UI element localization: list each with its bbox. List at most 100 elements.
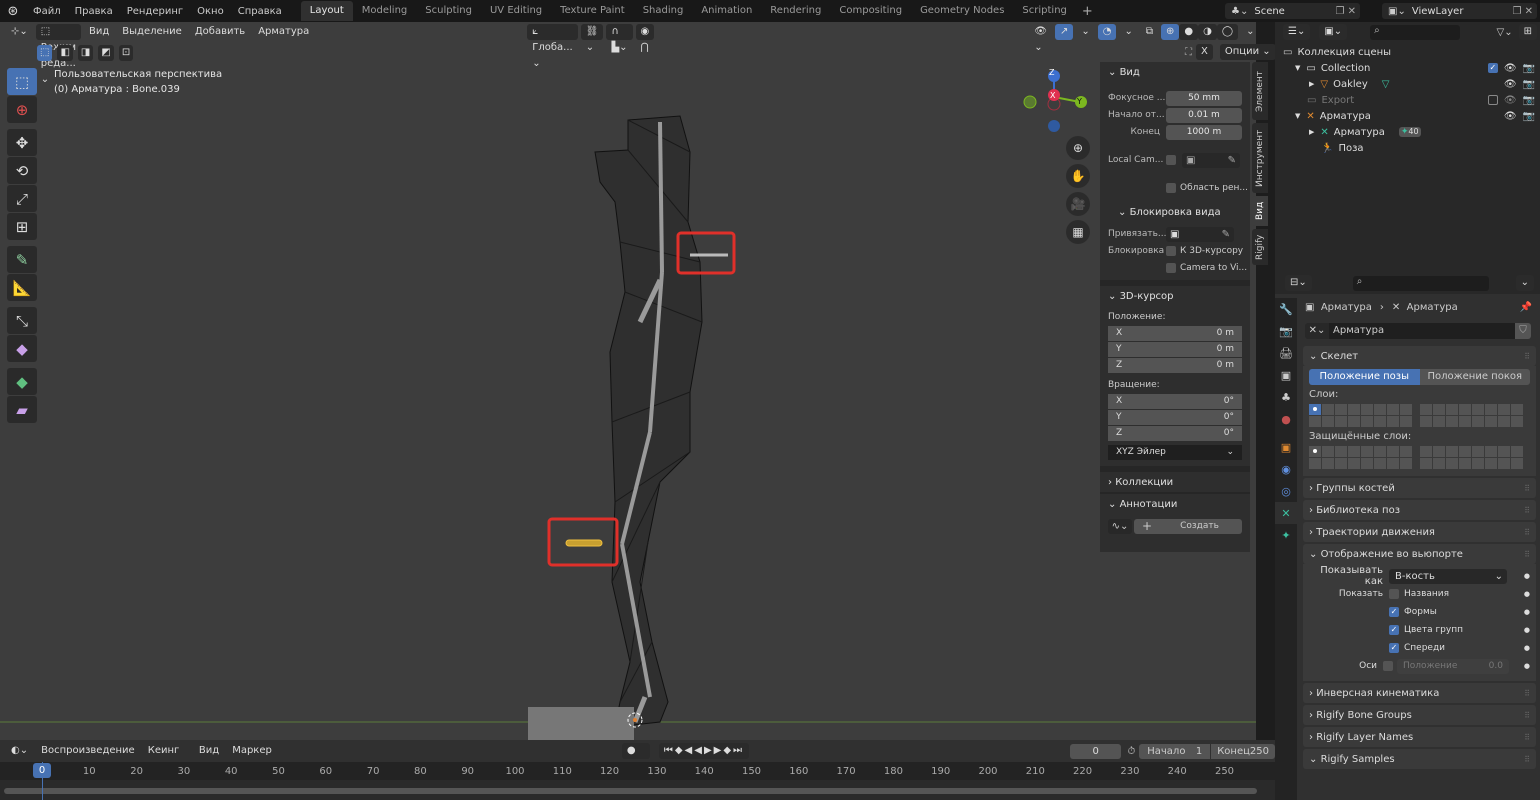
blender-logo-icon[interactable]: ⊛ xyxy=(0,4,26,19)
view-section-header[interactable]: ⌄ Вид xyxy=(1100,62,1250,82)
layer-cell[interactable] xyxy=(1387,446,1399,457)
mirror-x-toggle[interactable]: X xyxy=(1196,44,1213,60)
camera-render-icon[interactable]: 📷 xyxy=(1523,95,1535,106)
drag-handle-icon[interactable]: ⠿ xyxy=(1524,711,1530,720)
select-intersect-icon[interactable]: ⊡ xyxy=(118,45,134,61)
drag-handle-icon[interactable]: ⠿ xyxy=(1524,528,1530,537)
menu-file[interactable]: Файл xyxy=(26,6,68,17)
layer-cell[interactable] xyxy=(1374,458,1386,469)
camera-render-icon[interactable]: 📷 xyxy=(1523,63,1535,74)
layer-cell[interactable] xyxy=(1322,416,1334,427)
tab-compositing[interactable]: Compositing xyxy=(830,1,911,21)
layer-cell[interactable] xyxy=(1459,404,1471,415)
tab-layout[interactable]: Layout xyxy=(300,1,353,21)
layer-cell[interactable] xyxy=(1511,416,1523,427)
layer-cell[interactable] xyxy=(1498,446,1510,457)
render-region-checkbox[interactable] xyxy=(1166,183,1176,193)
layer-cell[interactable] xyxy=(1361,416,1373,427)
auto-keying-icon[interactable]: ● ⌄ xyxy=(621,743,650,772)
select-extend-icon[interactable]: ◧ xyxy=(57,45,73,61)
scene-name[interactable]: Scene xyxy=(1254,6,1285,17)
layer-cell[interactable] xyxy=(1309,446,1321,457)
expand-icon[interactable]: ▶ xyxy=(1309,128,1314,136)
layer-cell[interactable] xyxy=(1485,416,1497,427)
tab-view[interactable]: Вид xyxy=(1252,196,1268,226)
menu-render[interactable]: Рендеринг xyxy=(120,6,190,17)
layer-cell[interactable] xyxy=(1348,458,1360,469)
select-invert-icon[interactable]: ◩ xyxy=(98,45,114,61)
armature-name-field[interactable]: Арматура xyxy=(1329,323,1515,339)
view-lock-header[interactable]: ⌄ Блокировка вида xyxy=(1100,202,1250,222)
protected-layers-grid[interactable] xyxy=(1309,446,1530,469)
3d-viewport[interactable] xyxy=(0,22,1256,740)
timeline-marker-menu[interactable]: Маркер xyxy=(227,743,277,759)
create-annotation-button[interactable]: + Создать xyxy=(1134,518,1242,534)
layer-cell[interactable] xyxy=(1446,446,1458,457)
stopwatch-icon[interactable]: ⏱ xyxy=(1127,746,1135,757)
lock-eyedropper-icon[interactable]: ✎ xyxy=(1222,229,1230,240)
tab-geometry-nodes[interactable]: Geometry Nodes xyxy=(911,1,1013,21)
layer-cell[interactable] xyxy=(1511,446,1523,457)
layer-cell[interactable] xyxy=(1374,416,1386,427)
camera-render-icon[interactable]: 📷 xyxy=(1523,79,1535,90)
outliner-item-pose[interactable]: 🏃 Поза xyxy=(1275,140,1540,156)
outliner-item-oakley[interactable]: ▶ ▽ Oakley ▽ 👁 📷 xyxy=(1275,76,1540,92)
end-frame-field[interactable]: Конец 250 xyxy=(1211,743,1275,759)
expand-icon[interactable]: ▼ xyxy=(1295,112,1300,120)
tab-rendering[interactable]: Rendering xyxy=(761,1,830,21)
menu-select[interactable]: Выделение xyxy=(117,24,187,40)
layer-cell[interactable] xyxy=(1348,446,1360,457)
constraints-tab-icon[interactable]: ◎ xyxy=(1275,480,1297,502)
tab-rigify[interactable]: Rigify xyxy=(1252,229,1268,265)
exclude-checkbox[interactable]: ✓ xyxy=(1487,62,1498,73)
pose-position-button[interactable]: Положение позы xyxy=(1309,369,1420,385)
select-new-icon[interactable]: ⬚ xyxy=(37,45,53,61)
drag-handle-icon[interactable]: ⠿ xyxy=(1524,733,1530,742)
snap-icon[interactable]: ∩ ▙⌄ xyxy=(606,24,633,53)
extrude-tool-icon[interactable]: ◆ xyxy=(7,368,37,395)
layer-cell[interactable] xyxy=(1472,416,1484,427)
menu-armature[interactable]: Арматура xyxy=(253,24,314,40)
next-keyframe-icon[interactable]: ▶◆ xyxy=(714,745,733,756)
layer-cell[interactable] xyxy=(1485,404,1497,415)
pin-icon[interactable]: 📌 xyxy=(1520,302,1532,313)
viewlayer-name[interactable]: ViewLayer xyxy=(1412,6,1464,17)
jump-start-icon[interactable]: ⏮ xyxy=(664,745,675,756)
camera-view-icon[interactable]: 🎥 xyxy=(1066,192,1090,216)
exclude-checkbox[interactable] xyxy=(1487,94,1498,105)
keyframe-dot-icon[interactable]: ● xyxy=(1524,608,1530,616)
layer-cell[interactable] xyxy=(1400,446,1412,457)
playback-controls[interactable]: ⏮◆◀◀▶▶◆⏭ xyxy=(658,743,750,759)
physics-tab-icon[interactable]: ◉ xyxy=(1275,458,1297,480)
viewport-display-section[interactable]: ⌄ Отображение во вьюпорте ⠿ xyxy=(1303,544,1536,564)
expand-icon[interactable]: ▶ xyxy=(1309,80,1314,88)
playback-dropdown[interactable]: Воспроизведение ⌄ xyxy=(36,743,140,772)
outliner-item-collection[interactable]: ▼ ▭ Collection ✓ 👁 📷 xyxy=(1275,60,1540,76)
keyframe-dot-icon[interactable]: ● xyxy=(1524,644,1530,652)
layer-cell[interactable] xyxy=(1433,446,1445,457)
collections-section-header[interactable]: › Коллекции xyxy=(1100,472,1250,492)
ik-section[interactable]: › Инверсная кинематика ⠿ xyxy=(1303,683,1536,703)
current-frame-field[interactable]: 0 xyxy=(1070,743,1122,759)
cursor-location-x[interactable]: X 0 m xyxy=(1108,326,1242,341)
skeleton-section-header[interactable]: ⌄ Скелет ⠿ xyxy=(1303,346,1536,366)
shading-dropdown-icon[interactable]: ⌄ xyxy=(1241,24,1259,40)
layer-cell[interactable] xyxy=(1498,404,1510,415)
rigify-bone-groups-section[interactable]: › Rigify Bone Groups ⠿ xyxy=(1303,705,1536,725)
layer-cell[interactable] xyxy=(1322,404,1334,415)
layer-cell[interactable] xyxy=(1472,458,1484,469)
bone-size-tool-icon[interactable]: ◆ xyxy=(7,335,37,362)
drag-handle-icon[interactable]: ⠿ xyxy=(1524,506,1530,515)
layer-cell[interactable] xyxy=(1459,458,1471,469)
tab-tool[interactable]: Инструмент xyxy=(1252,123,1268,193)
layer-cell[interactable] xyxy=(1498,458,1510,469)
bone-selected-lower[interactable] xyxy=(565,539,603,547)
camera-to-view-checkbox[interactable] xyxy=(1166,263,1176,273)
layer-cell[interactable] xyxy=(1511,404,1523,415)
layer-cell[interactable] xyxy=(1322,446,1334,457)
eye-icon[interactable]: 👁 xyxy=(1504,111,1517,122)
display-as-dropdown[interactable]: B-кость ⌄ xyxy=(1389,568,1507,584)
tab-texture-paint[interactable]: Texture Paint xyxy=(551,1,634,21)
layer-cell[interactable] xyxy=(1335,404,1347,415)
cursor-rotation-z[interactable]: Z 0° xyxy=(1108,426,1242,441)
